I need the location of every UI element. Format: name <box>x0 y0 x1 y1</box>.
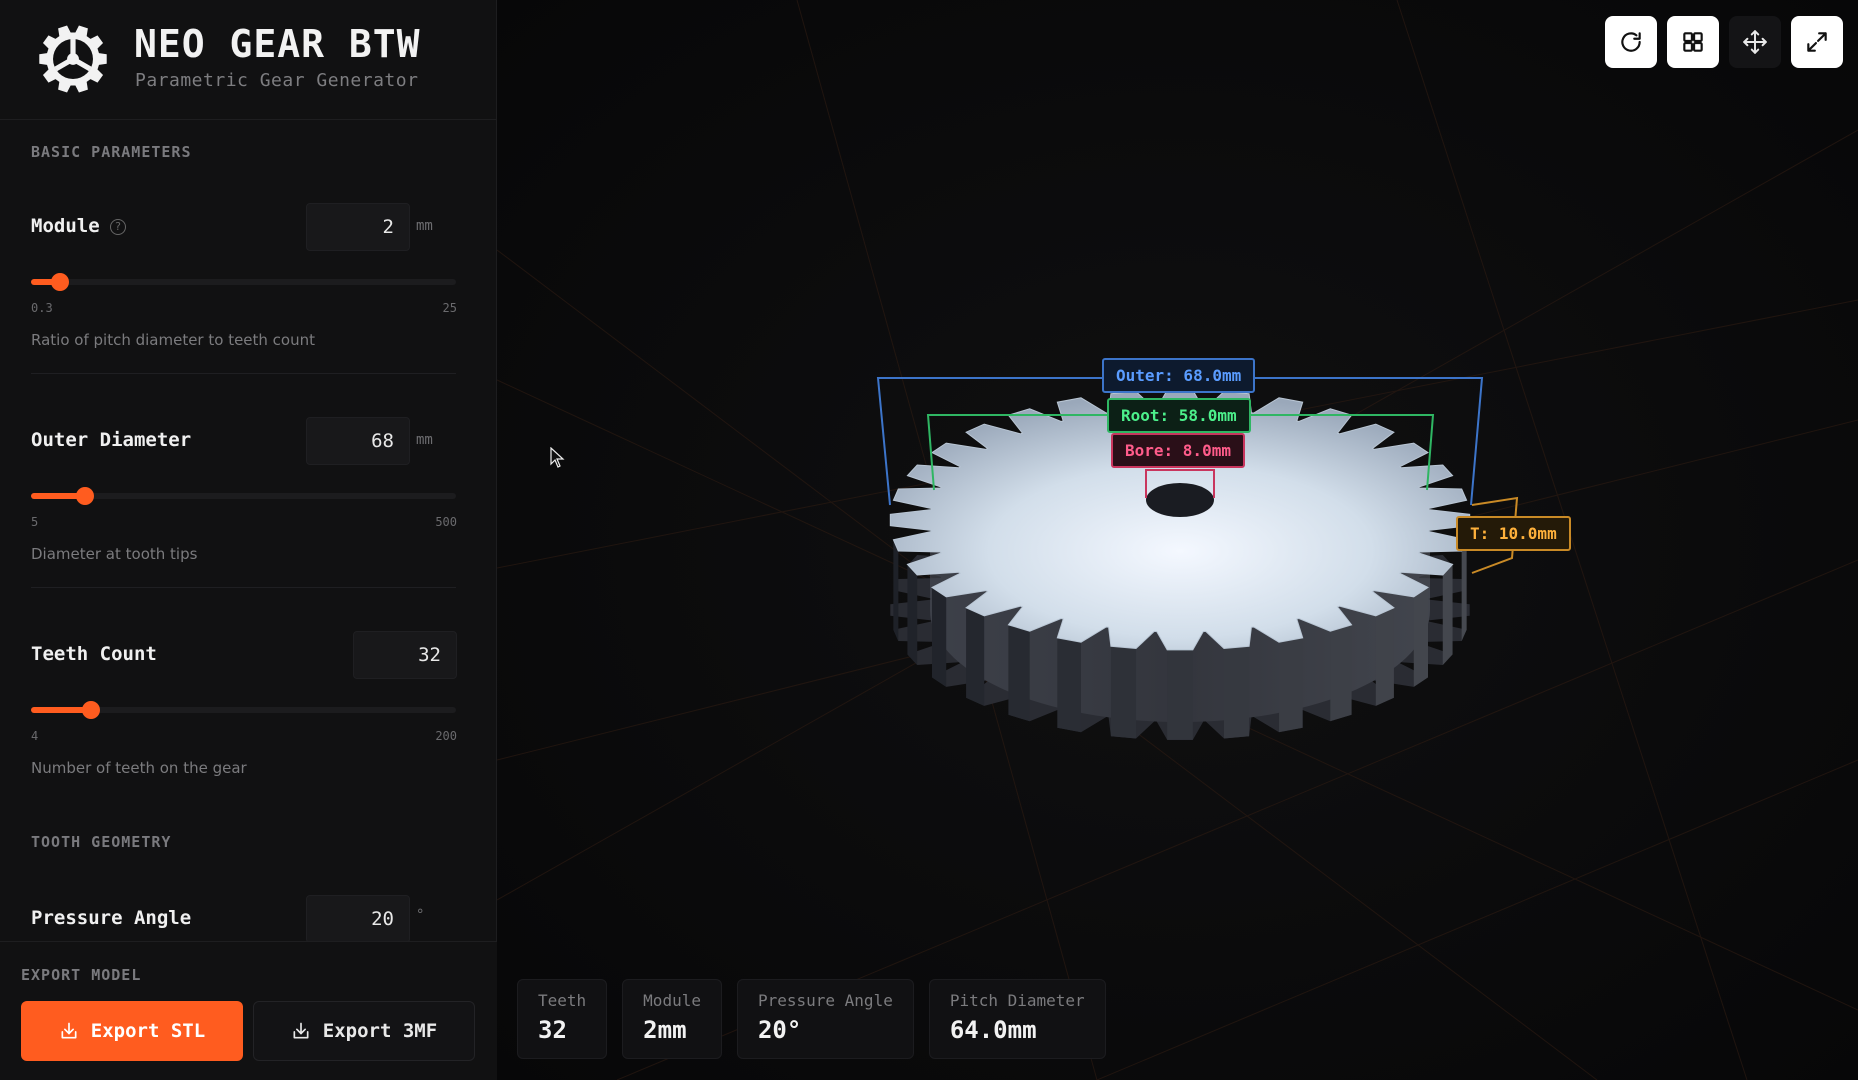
teeth-count-min: 4 <box>31 729 39 743</box>
stat-teeth: Teeth 32 <box>517 979 608 1059</box>
app-header: NEO GEAR BTW Parametric Gear Generator <box>0 0 497 120</box>
module-slider[interactable] <box>31 273 456 291</box>
export-3mf-label: Export 3MF <box>322 1020 438 1042</box>
outer-diameter-label: Outer Diameter <box>31 429 192 451</box>
bore-diameter-tag: Bore: 8.0mm <box>1111 433 1245 468</box>
stat-label: Module <box>643 991 701 1010</box>
root-diameter-tag: Root: 58.0mm <box>1107 398 1251 433</box>
module-input[interactable] <box>306 203 410 251</box>
pressure-angle-unit: ° <box>416 907 425 923</box>
gear-tooth-face <box>893 539 899 641</box>
gear-tooth-face <box>1413 587 1429 687</box>
stat-value: 32 <box>538 1016 567 1044</box>
module-unit: mm <box>416 218 433 234</box>
module-max: 25 <box>442 301 457 315</box>
export-3mf-button[interactable]: Export 3MF <box>253 1001 475 1061</box>
app-title: NEO GEAR BTW <box>134 22 421 66</box>
outer-diameter-min: 5 <box>31 515 39 529</box>
gear-tooth-face <box>1057 637 1081 733</box>
gear-tooth-face <box>1279 637 1303 733</box>
gear-tooth-face <box>931 587 947 687</box>
module-slider-thumb[interactable] <box>50 273 69 291</box>
gear-tooth-face <box>1110 646 1137 739</box>
outer-diameter-slider[interactable] <box>31 487 456 505</box>
basic-parameters-heading: BASIC PARAMETERS <box>31 143 192 161</box>
outer-diameter-unit: mm <box>416 432 433 448</box>
stat-value: 20° <box>757 1016 802 1044</box>
stat-value: 2mm <box>643 1016 687 1044</box>
gear-tooth-face <box>1442 564 1453 666</box>
move-button[interactable] <box>1729 16 1781 68</box>
stat-pitch-diameter: Pitch Diameter 64.0mm <box>928 979 1106 1059</box>
gear-logo-icon <box>39 25 107 93</box>
export-stl-label: Export STL <box>90 1020 206 1042</box>
reset-view-button[interactable] <box>1605 16 1657 68</box>
3d-viewport[interactable]: Outer: 68.0mm Root: 58.0mm Bore: 8.0mm T… <box>497 0 1858 1080</box>
outer-diameter-input[interactable] <box>306 417 410 465</box>
help-circle-icon[interactable]: ? <box>110 219 126 235</box>
thickness-tag: T: 10.0mm <box>1456 516 1571 551</box>
gear-tooth-face <box>1167 649 1193 740</box>
teeth-count-label: Teeth Count <box>31 643 157 665</box>
stat-module: Module 2mm <box>622 979 722 1059</box>
gear-tooth-face <box>907 564 918 666</box>
parameter-sidebar: NEO GEAR BTW Parametric Gear Generator B… <box>0 0 497 1080</box>
grid-icon <box>1683 32 1703 52</box>
stat-label: Pressure Angle <box>757 991 893 1010</box>
stat-pressure-angle: Pressure Angle 20° <box>736 979 914 1059</box>
gear-tooth-face <box>1223 646 1250 739</box>
stat-label: Teeth <box>538 991 587 1010</box>
outer-diameter-tag: Outer: 68.0mm <box>1102 358 1256 393</box>
export-panel: EXPORT MODEL Export STL Export 3MF <box>0 941 497 1080</box>
fullscreen-button[interactable] <box>1791 16 1843 68</box>
module-min: 0.3 <box>31 301 53 315</box>
module-label: Module <box>31 215 100 237</box>
module-description: Ratio of pitch diameter to teeth count <box>31 331 316 349</box>
parameters-panel: BASIC PARAMETERS Module ? mm 0.3 25 Rati… <box>0 121 497 941</box>
move-icon <box>1743 30 1767 54</box>
gear-tooth-face <box>1008 624 1030 722</box>
teeth-count-max: 200 <box>435 729 457 743</box>
download-icon <box>293 1022 309 1039</box>
pressure-angle-input[interactable] <box>306 895 410 941</box>
gear-stats-bar: Teeth 32 Module 2mm Pressure Angle 20° P… <box>517 979 1106 1059</box>
bore-hole <box>1146 483 1214 517</box>
teeth-count-input[interactable] <box>353 631 457 679</box>
mouse-pointer-icon <box>550 447 565 468</box>
gear-tooth-face <box>966 607 985 706</box>
stat-label: Pitch Diameter <box>949 991 1085 1010</box>
stat-value: 64.0mm <box>949 1016 1037 1044</box>
export-heading: EXPORT MODEL <box>21 966 142 984</box>
outer-diameter-max: 500 <box>435 515 457 529</box>
fullscreen-icon <box>1807 32 1827 52</box>
teeth-count-slider[interactable] <box>31 701 456 719</box>
gear-scene[interactable] <box>497 0 1858 1080</box>
teeth-count-description: Number of teeth on the gear <box>31 759 247 777</box>
outer-diameter-description: Diameter at tooth tips <box>31 545 198 563</box>
outer-diameter-slider-thumb[interactable] <box>75 487 94 505</box>
app-subtitle: Parametric Gear Generator <box>135 70 419 91</box>
gear-tooth-face <box>1375 607 1394 706</box>
download-icon <box>61 1022 77 1039</box>
divider <box>31 373 456 374</box>
logo-gear-hub <box>67 53 79 65</box>
tooth-geometry-heading: TOOTH GEOMETRY <box>31 833 172 851</box>
reset-view-icon <box>1621 32 1641 52</box>
divider <box>31 587 456 588</box>
gear-tooth-face <box>1461 539 1467 641</box>
gear-tooth-face <box>1330 624 1352 722</box>
export-stl-button[interactable]: Export STL <box>21 1001 243 1061</box>
pressure-angle-label: Pressure Angle <box>31 907 192 929</box>
grid-toggle-button[interactable] <box>1667 16 1719 68</box>
teeth-count-slider-thumb[interactable] <box>81 701 100 719</box>
